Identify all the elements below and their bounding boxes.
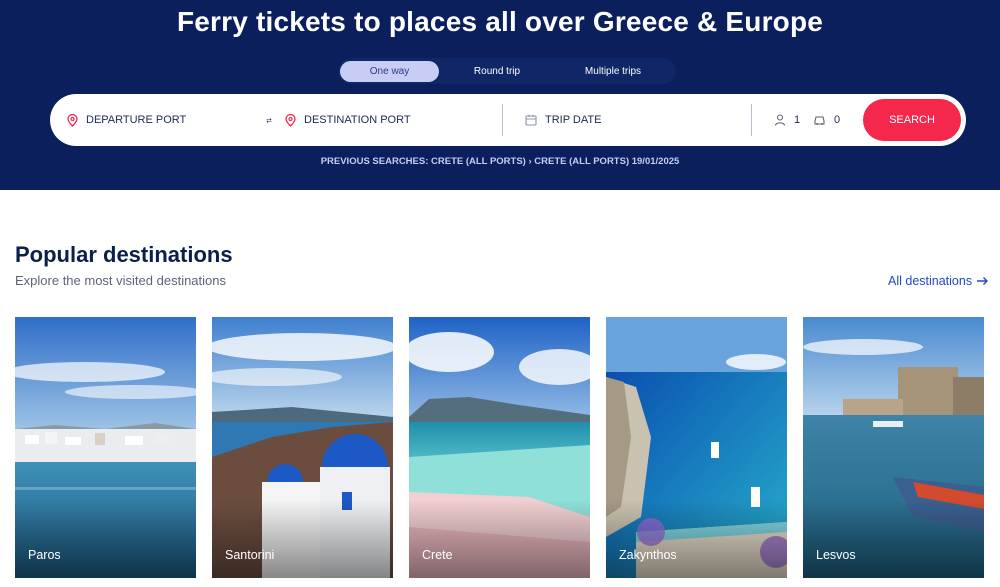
destination-name: Santorini <box>225 548 275 562</box>
car-icon <box>814 116 825 125</box>
divider <box>502 104 503 136</box>
destination-image <box>15 317 196 578</box>
calendar-icon <box>525 114 537 126</box>
swap-ports-button[interactable] <box>266 94 280 146</box>
passengers-selector[interactable]: 1 <box>774 94 804 146</box>
destination-image <box>606 317 787 578</box>
departure-port-field[interactable]: DEPARTURE PORT <box>67 94 257 146</box>
destination-card-santorini[interactable]: Santorini <box>212 317 393 578</box>
map-pin-icon <box>67 113 78 127</box>
destination-image <box>409 317 590 578</box>
trip-date-label: TRIP DATE <box>545 114 602 126</box>
destination-name: Crete <box>422 548 453 562</box>
map-pin-icon <box>285 113 296 127</box>
destination-image <box>803 317 984 578</box>
hero-title: Ferry tickets to places all over Greece … <box>176 6 824 37</box>
trip-type-tabs: One way Round trip Multiple trips <box>338 58 676 84</box>
search-button[interactable]: SEARCH <box>863 99 961 141</box>
destination-name: Paros <box>28 548 61 562</box>
destination-card-zakynthos[interactable]: Zakynthos <box>606 317 787 578</box>
destination-name: Lesvos <box>816 548 856 562</box>
arrow-right-icon <box>977 277 989 285</box>
tab-one-way[interactable]: One way <box>340 60 439 82</box>
destination-image <box>212 317 393 578</box>
destination-card-lesvos[interactable]: Lesvos <box>803 317 984 578</box>
divider <box>751 104 752 136</box>
vehicles-selector[interactable]: 0 <box>813 94 845 146</box>
all-destinations-link[interactable]: All destinations <box>888 274 989 288</box>
tab-multiple-trips[interactable]: Multiple trips <box>555 61 671 82</box>
tab-round-trip[interactable]: Round trip <box>439 61 555 82</box>
all-destinations-label: All destinations <box>888 274 973 288</box>
previous-searches[interactable]: PREVIOUS SEARCHES: CRETE (ALL PORTS) › C… <box>0 156 1000 167</box>
destination-port-label: DESTINATION PORT <box>304 114 411 126</box>
destination-card-crete[interactable]: Crete <box>409 317 590 578</box>
destination-port-field[interactable]: DESTINATION PORT <box>285 94 485 146</box>
section-subtitle: Explore the most visited destinations <box>15 273 226 288</box>
destination-name: Zakynthos <box>619 548 677 562</box>
trip-date-field[interactable]: TRIP DATE <box>525 94 725 146</box>
hero-banner: Ferry tickets to places all over Greece … <box>0 0 1000 190</box>
departure-port-label: DEPARTURE PORT <box>86 114 187 126</box>
vehicles-count: 0 <box>834 114 841 126</box>
swap-arrows-icon <box>266 117 272 123</box>
search-bar: DEPARTURE PORT DESTINATION PORT TRIP DAT… <box>50 94 966 146</box>
destination-card-paros[interactable]: Paros <box>15 317 196 578</box>
person-icon <box>774 114 786 126</box>
passengers-count: 1 <box>794 114 801 126</box>
section-title: Popular destinations <box>15 242 233 267</box>
